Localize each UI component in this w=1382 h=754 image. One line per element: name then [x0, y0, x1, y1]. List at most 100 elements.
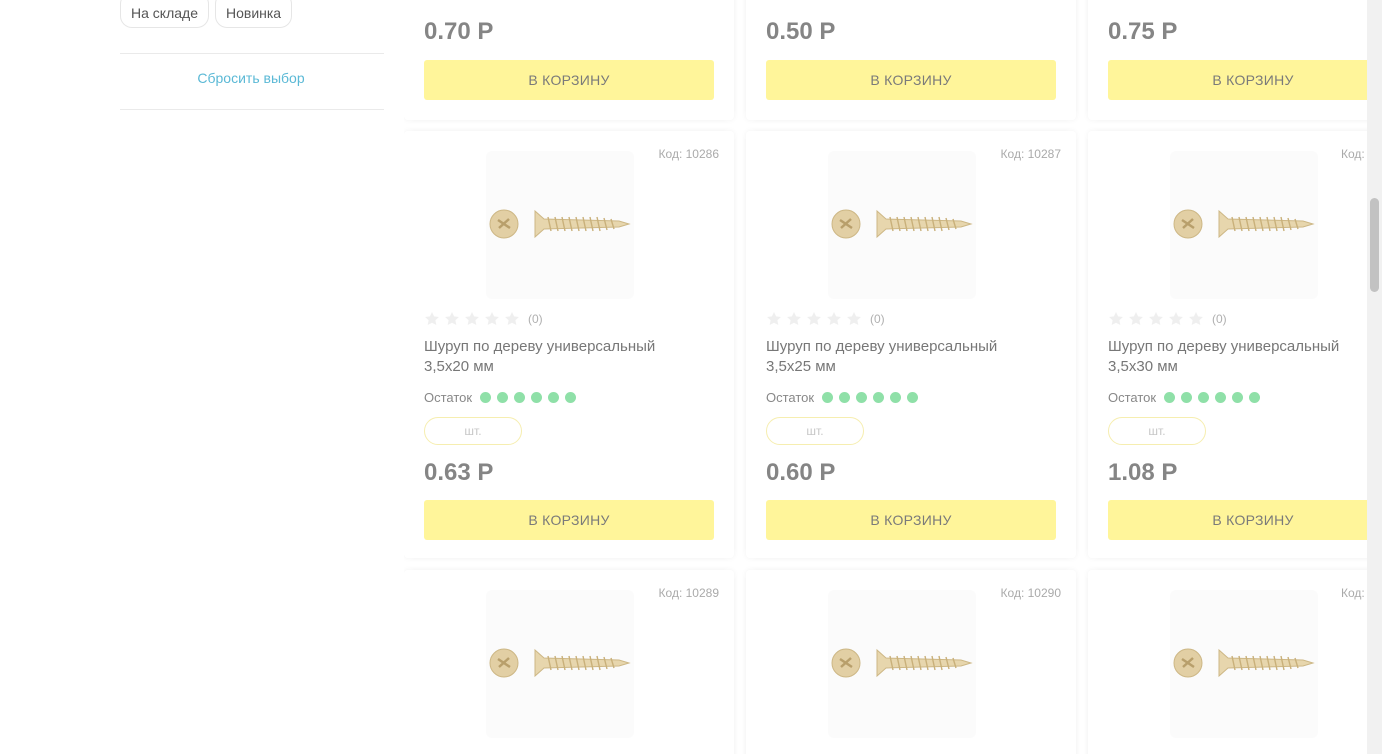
add-to-cart-button[interactable]: В КОРЗИНУ [1108, 500, 1367, 540]
chip-in-stock[interactable]: На складе [120, 0, 209, 28]
star-icon [1109, 312, 1123, 325]
star-icon [445, 312, 459, 325]
product-card: 0.75 Р В КОРЗИНУ [1088, 0, 1367, 120]
filter-chips: На складе Новинка [120, 0, 293, 28]
reset-filters-link[interactable]: Сбросить выбор [120, 70, 382, 86]
stock-dot [839, 392, 851, 403]
star-icon [847, 312, 861, 325]
star-icon [505, 312, 519, 325]
stock-dot [907, 392, 919, 403]
product-image[interactable] [1170, 590, 1318, 738]
product-image[interactable] [828, 151, 976, 299]
screw-icon [1173, 648, 1315, 678]
chip-new[interactable]: Новинка [214, 0, 293, 28]
divider [120, 109, 384, 110]
star-icon [465, 312, 479, 325]
product-image[interactable] [828, 590, 976, 738]
product-card: 0.50 Р В КОРЗИНУ [746, 0, 1076, 120]
divider [120, 53, 384, 54]
stock-dot [873, 392, 885, 403]
scrollbar-thumb[interactable] [1370, 198, 1379, 292]
stock-dot [856, 392, 868, 403]
product-price: 1.08 Р [1108, 459, 1178, 486]
star-icon [807, 312, 821, 325]
product-code: Код: [1341, 586, 1365, 600]
add-to-cart-button[interactable]: В КОРЗИНУ [424, 60, 714, 100]
stock-label: Остаток [766, 390, 815, 405]
product-name[interactable]: Шуруп по дереву универсальный 3,5х20 мм [424, 337, 704, 377]
stock-indicator: Остаток [1108, 390, 1261, 405]
stock-dot [514, 392, 526, 403]
product-name[interactable]: Шуруп по дереву универсальный 3,5х30 мм [1108, 337, 1367, 377]
stock-dot [1198, 392, 1210, 403]
stock-dot [1181, 392, 1193, 403]
stock-dot [1249, 392, 1261, 403]
product-code: Код: [1341, 147, 1365, 161]
product-card: Код: [1088, 570, 1367, 754]
product-code: Код: 10286 [658, 147, 719, 161]
rating-count: (0) [528, 312, 543, 326]
screw-icon [489, 209, 631, 239]
product-image[interactable] [486, 590, 634, 738]
add-to-cart-button[interactable]: В КОРЗИНУ [766, 60, 1056, 100]
stock-dot [531, 392, 543, 403]
stock-label: Остаток [1108, 390, 1157, 405]
star-icon [1189, 312, 1203, 325]
vertical-scrollbar[interactable] [1367, 0, 1382, 754]
product-card: Код: 10290 [746, 570, 1076, 754]
product-code: Код: 10289 [658, 586, 719, 600]
stock-dot [565, 392, 577, 403]
product-grid: 0.70 Р В КОРЗИНУ 0.50 Р В КОРЗИНУ 0.75 Р… [404, 0, 1367, 754]
rating: (0) [1108, 311, 1227, 327]
add-to-cart-button[interactable]: В КОРЗИНУ [424, 500, 714, 540]
product-code: Код: 10290 [1000, 586, 1061, 600]
product-price: 0.63 Р [424, 459, 494, 486]
product-card: Код: 10287 (0) Шуруп по дереву универсал… [746, 131, 1076, 558]
stock-dot [497, 392, 509, 403]
star-icon [767, 312, 781, 325]
rating-count: (0) [870, 312, 885, 326]
add-to-cart-button[interactable]: В КОРЗИНУ [766, 500, 1056, 540]
product-card: Код: 10286 (0) Шуруп по дереву универсал… [404, 131, 734, 558]
stock-dot [822, 392, 834, 403]
product-price: 0.70 Р [424, 18, 494, 45]
screw-icon [1173, 209, 1315, 239]
product-price: 0.60 Р [766, 459, 836, 486]
stock-indicator: Остаток [766, 390, 919, 405]
rating: (0) [424, 311, 543, 327]
product-image[interactable] [1170, 151, 1318, 299]
product-code: Код: 10287 [1000, 147, 1061, 161]
product-price: 0.75 Р [1108, 18, 1178, 45]
quantity-field[interactable]: шт. [766, 417, 864, 445]
stock-dot [1215, 392, 1227, 403]
stock-label: Остаток [424, 390, 473, 405]
star-icon [1149, 312, 1163, 325]
star-icon [1129, 312, 1143, 325]
stock-dot [1232, 392, 1244, 403]
star-icon [1169, 312, 1183, 325]
quantity-field[interactable]: шт. [424, 417, 522, 445]
product-card: 0.70 Р В КОРЗИНУ [404, 0, 734, 120]
product-image[interactable] [486, 151, 634, 299]
add-to-cart-button[interactable]: В КОРЗИНУ [1108, 60, 1367, 100]
product-price: 0.50 Р [766, 18, 836, 45]
stock-dot [480, 392, 492, 403]
screw-icon [489, 648, 631, 678]
star-icon [485, 312, 499, 325]
stock-indicator: Остаток [424, 390, 577, 405]
screw-icon [831, 648, 973, 678]
star-icon [827, 312, 841, 325]
catalog-page: На складе Новинка Сбросить выбор 0.70 Р … [0, 0, 1382, 754]
stock-dot [1164, 392, 1176, 403]
product-card: Код: (0) Шуруп по дереву универсальный 3… [1088, 131, 1367, 558]
star-icon [425, 312, 439, 325]
rating: (0) [766, 311, 885, 327]
quantity-field[interactable]: шт. [1108, 417, 1206, 445]
product-card: Код: 10289 [404, 570, 734, 754]
product-name[interactable]: Шуруп по дереву универсальный 3,5х25 мм [766, 337, 1046, 377]
stock-dot [890, 392, 902, 403]
stock-dot [548, 392, 560, 403]
star-icon [787, 312, 801, 325]
rating-count: (0) [1212, 312, 1227, 326]
screw-icon [831, 209, 973, 239]
